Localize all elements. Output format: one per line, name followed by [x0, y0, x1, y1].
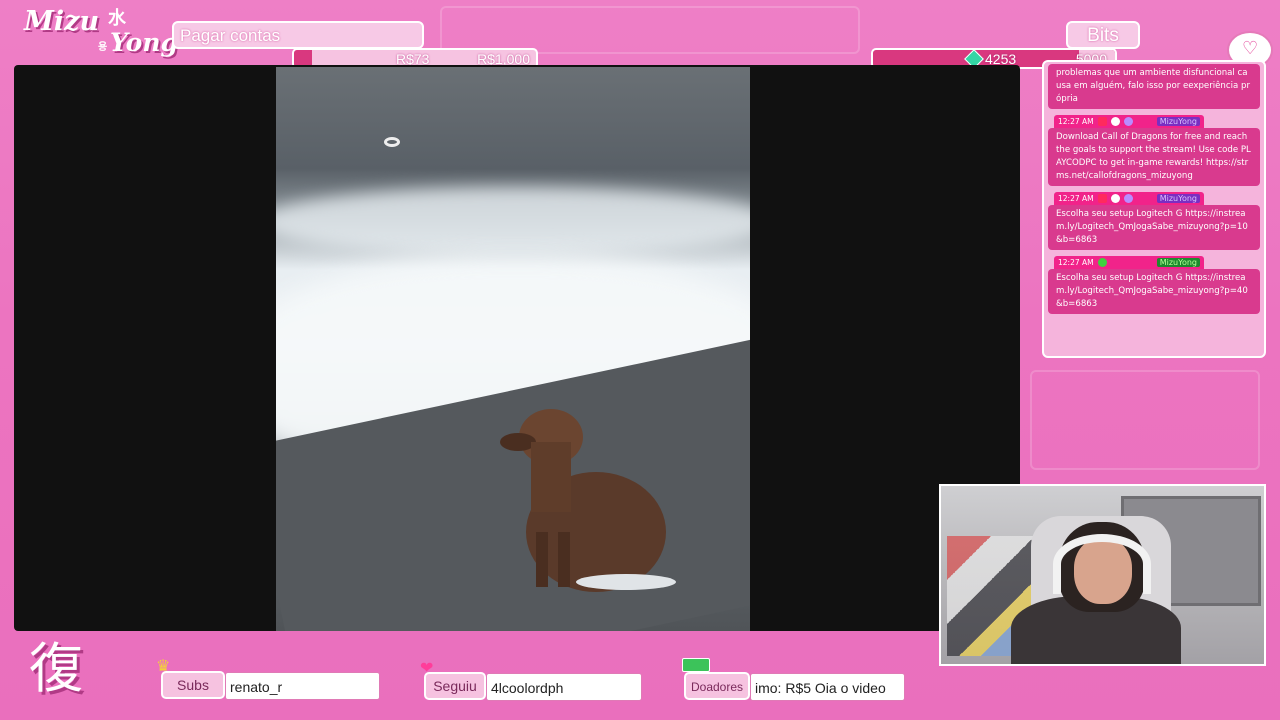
chat-timestamp: 12:27 AM: [1058, 194, 1094, 203]
last-sub-value: renato_r: [225, 672, 380, 700]
webcam-feed: [939, 484, 1266, 666]
logo-kanji: 水: [108, 8, 126, 29]
chat-message-header: 12:27 AM MizuYong: [1054, 192, 1204, 205]
wave-shape: [276, 187, 750, 257]
money-icon: [682, 658, 710, 672]
bits-label: Bits: [1066, 21, 1140, 49]
chat-timestamp: 12:27 AM: [1058, 258, 1094, 267]
chat-username[interactable]: MizuYong: [1156, 194, 1200, 203]
chat-message-text: Download Call of Dragons for free and re…: [1048, 128, 1260, 186]
star-badge-icon: [1110, 117, 1120, 126]
floating-ring: [384, 137, 400, 147]
verified-badge-icon: [1123, 117, 1133, 126]
chat-panel[interactable]: problemas que um ambiente disfuncional c…: [1042, 60, 1266, 358]
headset-icon: [1053, 534, 1151, 594]
subs-label: Subs: [161, 671, 225, 699]
last-donor-value: imo: R$5 Oia o video: [750, 673, 905, 701]
channel-logo: Mizu 水 용 Yong: [22, 4, 178, 62]
chat-username[interactable]: MizuYong: [1156, 258, 1200, 267]
chat-message-text: Escolha seu setup Logitech G https://ins…: [1048, 205, 1260, 250]
chat-message-header: 12:27 AM MizuYong: [1054, 115, 1204, 128]
video-player[interactable]: [14, 65, 1020, 631]
dog-image: [500, 409, 676, 592]
verified-badge-icon: [1123, 194, 1133, 203]
video-content: [276, 67, 750, 631]
bg-panel-right: [1030, 370, 1260, 470]
logo-line2: Yong: [110, 28, 179, 57]
ideogram-logo: 復: [29, 637, 83, 700]
follow-label: Seguiu: [424, 672, 486, 700]
chat-timestamp: 12:27 AM: [1058, 117, 1094, 126]
bg-panel-top: [440, 6, 860, 54]
chat-message-text: problemas que um ambiente disfuncional c…: [1048, 64, 1260, 109]
video-badge-icon: [1097, 194, 1107, 203]
video-badge-icon: [1097, 117, 1107, 126]
chat-message-text: Escolha seu setup Logitech G https://ins…: [1048, 269, 1260, 314]
chat-message-header: 12:27 AM MizuYong: [1054, 256, 1204, 269]
star-badge-icon: [1110, 194, 1120, 203]
donors-label: Doadores: [684, 672, 750, 700]
xbox-badge-icon: [1097, 258, 1107, 267]
last-follow-value: 4lcoolordph: [486, 673, 642, 701]
logo-hangul: 용: [98, 42, 108, 53]
chat-username[interactable]: MizuYong: [1156, 117, 1200, 126]
logo-line1: Mizu: [24, 6, 100, 37]
goal-title: Pagar contas: [172, 21, 424, 49]
